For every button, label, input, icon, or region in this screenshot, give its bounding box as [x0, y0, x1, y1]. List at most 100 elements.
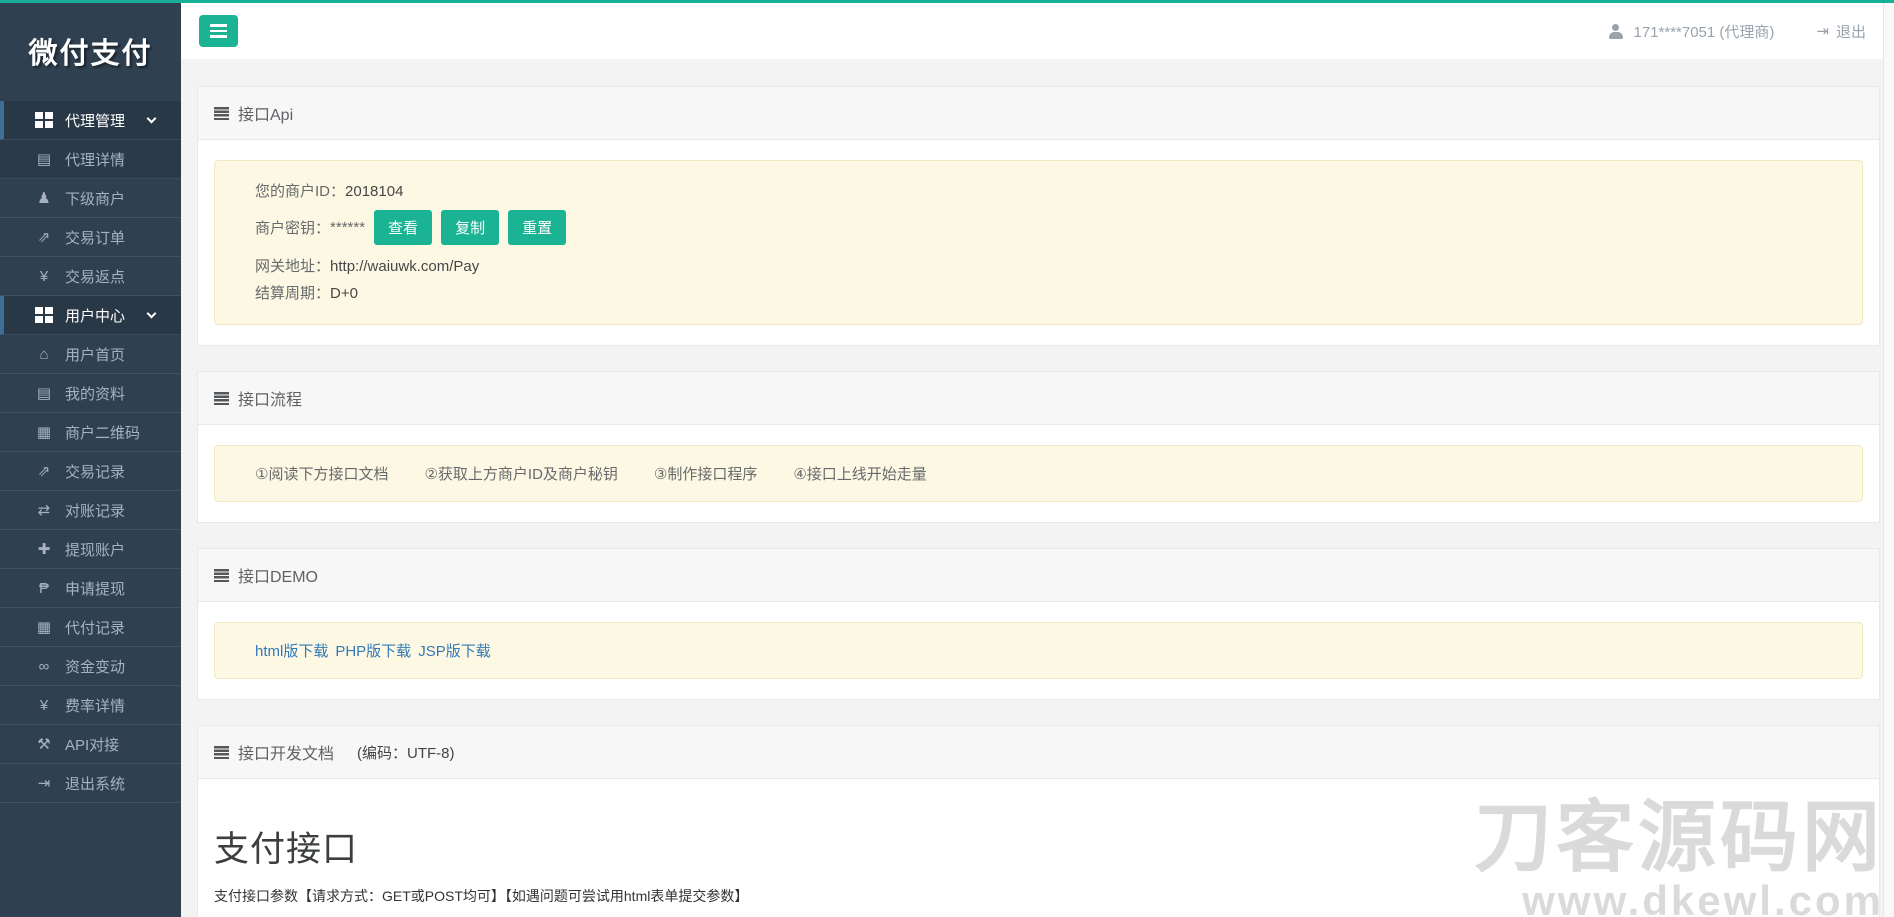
demo-download-link[interactable]: html版下载 [255, 643, 328, 660]
view-secret-button[interactable]: 查看 [374, 210, 433, 245]
panel-api-title: 接口Api [238, 107, 294, 124]
copy-secret-button[interactable]: 复制 [441, 210, 500, 245]
pay-api-heading: 支付接口 [214, 830, 359, 869]
windows-icon [33, 307, 55, 323]
sidebar-item-label: 用户首页 [65, 346, 126, 364]
sidebar-item-rate-detail[interactable]: ¥ 费率详情 [0, 686, 181, 725]
app-logo: 微付支付 [28, 37, 153, 70]
arrows-icon: ✚ [37, 541, 51, 558]
panel-doc-header: 接口开发文档 (编码：UTF-8) [198, 726, 1879, 779]
sidebar-item-agent-detail[interactable]: ▤ 代理详情 [0, 140, 181, 179]
flow-step: ④接口上线开始走量 [793, 466, 927, 483]
sidebar-item-label: 对账记录 [65, 502, 126, 520]
top-navbar: 171****7051 (代理商) ⇥ 退出 [181, 0, 1894, 59]
sidebar-item-label: 我的资料 [65, 385, 126, 403]
panel-demo: 接口DEMO html版下载 PHP版下载 JSP版下载 [197, 548, 1880, 700]
sidebar-item-label: 退出系统 [65, 775, 126, 793]
sidebar-item-label: 申请提现 [65, 580, 126, 598]
flow-steps-box: ①阅读下方接口文档 ②获取上方商户ID及商户秘钥 ③制作接口程序 ④接口上线开始走量 [214, 445, 1863, 502]
cny-icon: ¥ [39, 267, 49, 285]
user-label: 171****7051 (代理商) [1633, 23, 1775, 41]
sidebar-item-label: 代理详情 [65, 151, 126, 169]
sidebar-item-trade-orders[interactable]: ⇗ 交易订单 [0, 218, 181, 257]
sidebar-item-trade-rebate[interactable]: ¥ 交易返点 [0, 257, 181, 296]
list-icon [214, 568, 229, 582]
panel-doc-encoding: (编码：UTF-8) [357, 744, 455, 762]
calculator-icon: ▦ [36, 619, 52, 636]
qrcode-icon: ▦ [36, 424, 52, 441]
list-icon [214, 391, 229, 405]
demo-download-link[interactable]: JSP版下载 [418, 643, 491, 660]
api-info-box: 您的商户ID：2018104 商户密钥： ****** 查看 复制 重置 网关地址：h… [214, 160, 1863, 325]
sidebar-item-my-profile[interactable]: ▤ 我的资料 [0, 374, 181, 413]
sign-out-icon: ⇥ [1816, 23, 1829, 40]
top-accent-bar [0, 0, 1894, 3]
sidebar-item-withdraw-account[interactable]: ✚ 提现账户 [0, 530, 181, 569]
flow-step: ②获取上方商户ID及商户秘钥 [424, 466, 618, 483]
sidebar-item-user-home[interactable]: ⌂ 用户首页 [0, 335, 181, 374]
demo-links-box: html版下载 PHP版下载 JSP版下载 [214, 622, 1863, 679]
id-card-icon: ▤ [36, 151, 52, 168]
panel-api: 接口Api 您的商户ID：2018104 商户密钥： ****** 查看 复制 重置 … [197, 86, 1880, 346]
paypal-icon: ₱ [38, 579, 49, 597]
demo-download-link[interactable]: PHP版下载 [335, 643, 411, 660]
sidebar-item-label: 用户中心 [65, 307, 126, 325]
sidebar-item-label: 下级商户 [65, 190, 126, 208]
sidebar-item-label: 交易记录 [65, 463, 126, 481]
panel-doc: 接口开发文档 (编码：UTF-8) 支付接口 支付接口参数【请求方式：GET或P… [197, 725, 1880, 917]
sidebar-item-logout-system[interactable]: ⇥ 退出系统 [0, 764, 181, 803]
sidebar: 微付支付 代理管理 ▤ 代理详情 ♟ 下级商户 ⇗ 交易订单 ¥ 交易返点 用户中心 ⌂ 用户首页 ▤ 我… [0, 0, 181, 917]
chart-line-icon: ⇗ [37, 463, 51, 480]
merchant-id-line: 您的商户ID：2018104 [255, 183, 404, 200]
cycle-line: 结算周期：D+0 [255, 285, 358, 302]
merchant-id-value: 2018104 [345, 183, 404, 200]
panel-doc-title: 接口开发文档 [238, 746, 335, 763]
sidebar-item-sub-merchants[interactable]: ♟ 下级商户 [0, 179, 181, 218]
sign-out-icon: ⇥ [37, 775, 51, 792]
home-icon: ⌂ [39, 345, 49, 363]
chevron-down-icon [146, 308, 157, 319]
exchange-icon: ⇄ [37, 502, 51, 519]
windows-icon [33, 112, 55, 128]
menu-icon [210, 24, 227, 27]
sidebar-item-apply-withdraw[interactable]: ₱ 申请提现 [0, 569, 181, 608]
logout-link[interactable]: ⇥ 退出 [1816, 21, 1866, 42]
list-icon [214, 745, 229, 759]
panel-demo-header: 接口DEMO [198, 549, 1879, 602]
merchant-secret-line: 商户密钥： ****** 查看 复制 重置 [255, 210, 1844, 245]
sidebar-item-merchant-qrcode[interactable]: ▦ 商户二维码 [0, 413, 181, 452]
panel-demo-title: 接口DEMO [238, 569, 319, 586]
sidebar-item-reconcile[interactable]: ⇄ 对账记录 [0, 491, 181, 530]
sidebar-item-label: 代付记录 [65, 619, 126, 637]
chevron-down-icon [146, 113, 157, 124]
sidebar-item-label: 代理管理 [65, 112, 126, 130]
wrench-icon: ⚒ [37, 736, 51, 753]
id-card-icon: ▤ [36, 385, 52, 402]
flow-step: ③制作接口程序 [653, 466, 758, 483]
sidebar-item-label: 交易返点 [65, 268, 126, 286]
sidebar-item-trade-records[interactable]: ⇗ 交易记录 [0, 452, 181, 491]
main-content: 接口Api 您的商户ID：2018104 商户密钥： ****** 查看 复制 重置 … [181, 59, 1894, 917]
sidebar-item-label: API对接 [65, 736, 120, 754]
sidebar-item-agent-manage[interactable]: 代理管理 [0, 101, 181, 140]
menu-toggle-button[interactable] [199, 15, 238, 47]
cycle-value: D+0 [330, 285, 358, 302]
merchant-secret-value: ****** [330, 219, 366, 236]
panel-api-header: 接口Api [198, 87, 1879, 140]
panel-flow-title: 接口流程 [238, 392, 303, 409]
chain-icon: ∞ [38, 657, 50, 675]
panel-flow-header: 接口流程 [198, 372, 1879, 425]
gateway-line: 网关地址：http://waiuwk.com/Pay [255, 258, 480, 275]
sidebar-item-user-center[interactable]: 用户中心 [0, 296, 181, 335]
sidebar-item-api-connect[interactable]: ⚒ API对接 [0, 725, 181, 764]
flow-step: ①阅读下方接口文档 [255, 466, 389, 483]
sidebar-item-label: 商户二维码 [65, 424, 141, 442]
sidebar-menu: 代理管理 ▤ 代理详情 ♟ 下级商户 ⇗ 交易订单 ¥ 交易返点 用户中心 ⌂ 用户首页 ▤ 我的资料 ▦ 商… [0, 101, 181, 803]
sidebar-item-fund-changes[interactable]: ∞ 资金变动 [0, 647, 181, 686]
scrollbar[interactable] [1883, 3, 1894, 917]
sidebar-item-label: 交易订单 [65, 229, 126, 247]
sidebar-item-payout-records[interactable]: ▦ 代付记录 [0, 608, 181, 647]
reset-secret-button[interactable]: 重置 [508, 210, 567, 245]
panel-flow: 接口流程 ①阅读下方接口文档 ②获取上方商户ID及商户秘钥 ③制作接口程序 ④接口上线… [197, 371, 1880, 523]
sidebar-item-label: 资金变动 [65, 658, 126, 676]
